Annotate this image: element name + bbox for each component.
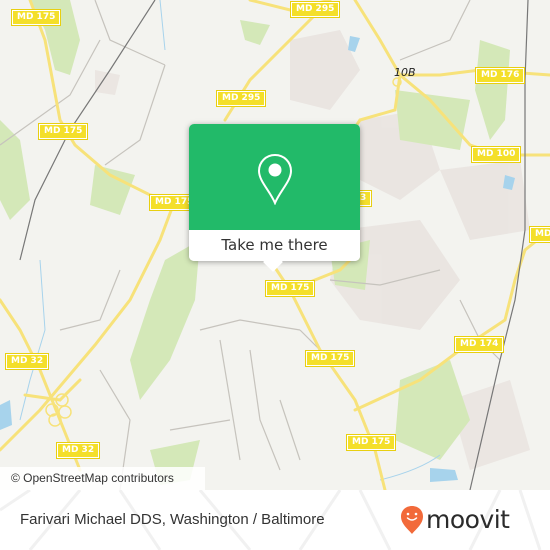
moovit-pin-icon [401, 506, 423, 534]
road-label: MD 175 [345, 434, 397, 451]
map[interactable]: MD 175 MD 295 MD 176 MD 175 MD 295 MD 10… [0, 0, 550, 490]
map-pin-icon [257, 153, 293, 205]
road-label: MD 100 [470, 146, 522, 163]
road-label: MD [528, 226, 550, 243]
road-label: MD 176 [474, 67, 526, 84]
road-label: MD 175 [264, 280, 316, 297]
moovit-wordmark: moovit [426, 505, 510, 534]
take-me-there-button[interactable]: Take me there [189, 230, 360, 261]
exit-label: 10B [394, 66, 416, 79]
road-label: MD 295 [215, 90, 267, 107]
road-label: MD 175 [10, 9, 62, 26]
location-popup: Take me there [189, 124, 360, 272]
road-label: MD 175 [37, 123, 89, 140]
road-label: MD 32 [4, 353, 50, 370]
popup-header[interactable] [189, 124, 360, 230]
road-label: MD 295 [289, 1, 341, 18]
place-title: Farivari Michael DDS, Washington / Balti… [20, 511, 325, 528]
road-label: MD 32 [55, 442, 101, 459]
map-attribution[interactable]: © OpenStreetMap contributors [0, 467, 205, 490]
road-label: MD 175 [304, 350, 356, 367]
footer: Farivari Michael DDS, Washington / Balti… [0, 490, 550, 550]
road-label: MD 174 [453, 336, 505, 353]
moovit-logo[interactable]: moovit [400, 502, 510, 538]
